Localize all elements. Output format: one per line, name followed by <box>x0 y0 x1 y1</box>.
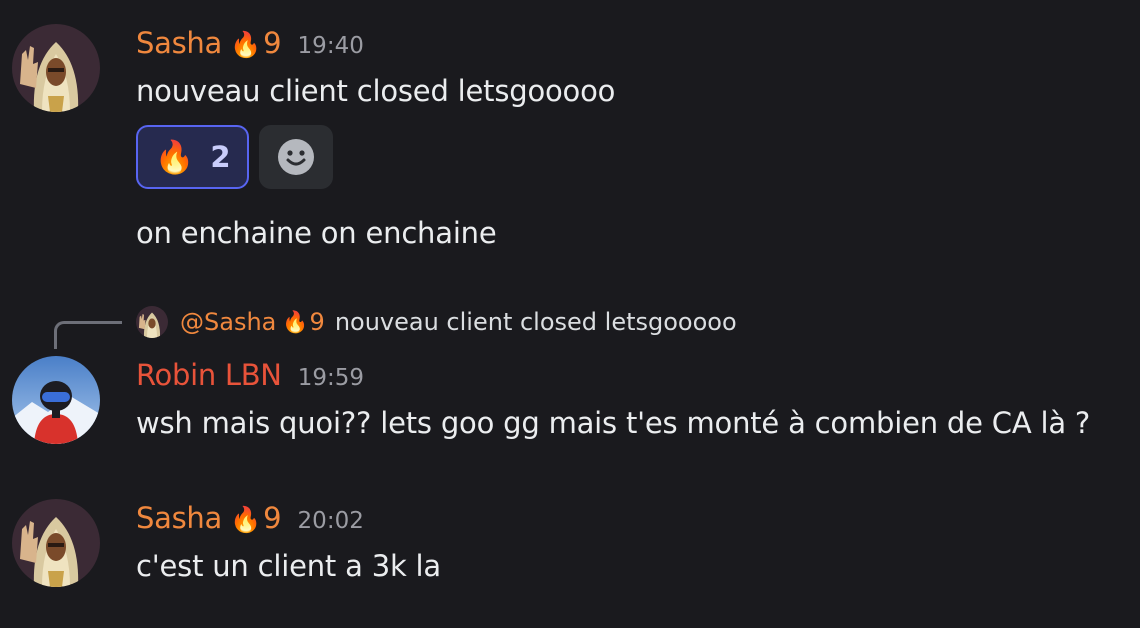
flame-icon: 🔥 <box>229 30 262 59</box>
message-text: wsh mais quoi?? lets goo gg mais t'es mo… <box>136 406 1091 440</box>
message-text: c'est un client a 3k la <box>136 549 441 583</box>
streak-count: 9 <box>263 26 282 60</box>
reaction-count: 2 <box>210 140 231 174</box>
streak-count: 9 <box>309 308 325 336</box>
reply-author[interactable]: @Sasha <box>180 308 276 336</box>
timestamp[interactable]: 19:40 <box>298 33 364 59</box>
timestamp[interactable]: 19:59 <box>298 365 364 391</box>
flame-icon: 🔥 <box>229 505 262 534</box>
reaction-fire[interactable]: 🔥 2 <box>136 125 249 189</box>
flame-icon: 🔥 <box>282 309 309 334</box>
author-name[interactable]: Robin LBN <box>136 358 282 392</box>
chat-messages: Sasha 🔥 9 19:40 nouveau client closed le… <box>0 0 1140 628</box>
message-text: on enchaine on enchaine <box>136 216 497 250</box>
reply-connector <box>54 321 122 349</box>
smiley-icon <box>278 139 314 175</box>
author-name[interactable]: Sasha <box>136 501 222 535</box>
message-header: Robin LBN 19:59 <box>136 358 364 392</box>
add-reaction-button[interactable] <box>259 125 333 189</box>
reactions-bar: 🔥 2 <box>136 125 333 189</box>
flame-icon: 🔥 <box>154 138 195 176</box>
reply-text: nouveau client closed letsgooooo <box>334 308 737 336</box>
streak-count: 9 <box>263 501 282 535</box>
avatar[interactable] <box>12 356 100 444</box>
avatar[interactable] <box>12 499 100 587</box>
timestamp[interactable]: 20:02 <box>298 508 364 534</box>
message-text: nouveau client closed letsgooooo <box>136 74 616 108</box>
reply-avatar <box>136 306 168 338</box>
author-name[interactable]: Sasha <box>136 26 222 60</box>
reply-preview[interactable]: @Sasha 🔥 9 nouveau client closed letsgoo… <box>136 306 737 338</box>
message-header: Sasha 🔥 9 19:40 <box>136 26 364 60</box>
avatar[interactable] <box>12 24 100 112</box>
message-header: Sasha 🔥 9 20:02 <box>136 501 364 535</box>
